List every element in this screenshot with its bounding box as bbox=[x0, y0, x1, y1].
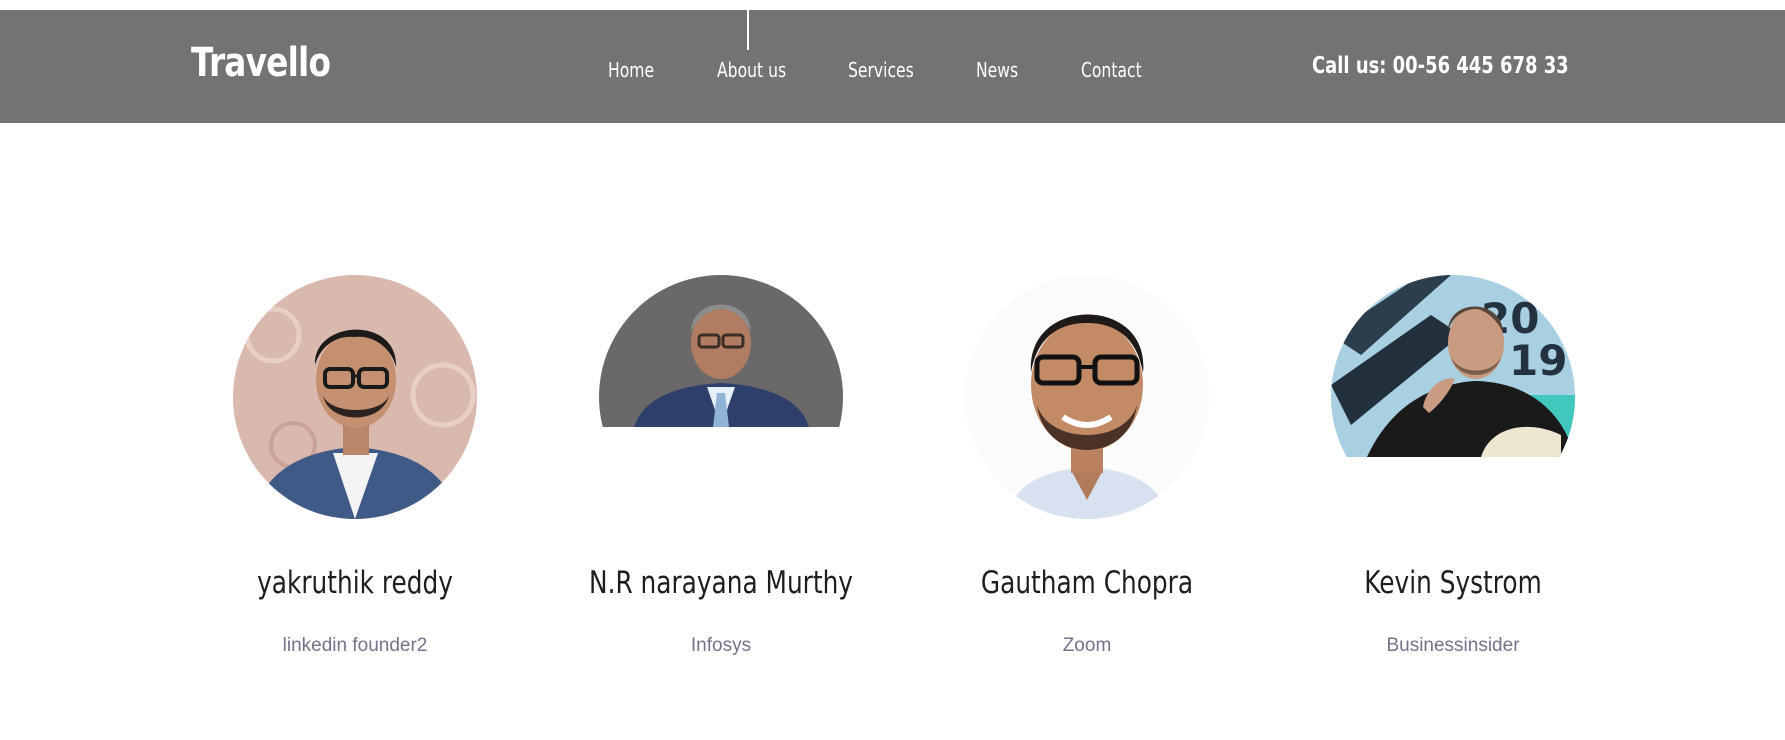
avatar bbox=[599, 275, 843, 519]
member-company: Businessinsider bbox=[1386, 635, 1520, 656]
member-name: Gautham Chopra bbox=[980, 565, 1194, 601]
member-name: N.R narayana Murthy bbox=[589, 565, 853, 601]
avatar bbox=[965, 275, 1209, 519]
avatar: 20 19 bbox=[1331, 275, 1575, 519]
nav-link-services[interactable]: Services bbox=[848, 58, 914, 82]
person-photo-icon bbox=[965, 275, 1209, 519]
svg-text:19: 19 bbox=[1509, 336, 1567, 385]
avatar bbox=[233, 275, 477, 519]
team-card: N.R narayana Murthy Infosys bbox=[538, 275, 904, 675]
team-card: yakruthik reddy linkedin founder2 bbox=[172, 275, 538, 675]
member-company: linkedin founder2 bbox=[282, 635, 428, 656]
nav-link-about-us[interactable]: About us bbox=[717, 58, 786, 82]
team-card: Gautham Chopra Zoom bbox=[904, 275, 1270, 675]
member-name: Kevin Systrom bbox=[1364, 565, 1542, 601]
team-card: 20 19 Kevin Systrom Businessinsider bbox=[1270, 275, 1636, 675]
member-company: Zoom bbox=[1062, 635, 1112, 656]
nav-link-news[interactable]: News bbox=[976, 58, 1018, 82]
site-logo[interactable]: Travello bbox=[191, 40, 331, 86]
member-company: Infosys bbox=[690, 635, 752, 656]
person-photo-icon: 20 19 bbox=[1331, 275, 1575, 519]
person-photo-icon bbox=[233, 275, 477, 519]
phone-number: Call us: 00-56 445 678 33 bbox=[1312, 53, 1569, 79]
nav-link-contact[interactable]: Contact bbox=[1081, 58, 1142, 82]
nav-active-indicator bbox=[747, 10, 749, 50]
site-header: Travello Home About us Services News Con… bbox=[0, 10, 1785, 123]
person-photo-icon bbox=[599, 275, 843, 519]
member-name: yakruthik reddy bbox=[257, 565, 453, 601]
nav-link-home[interactable]: Home bbox=[608, 58, 654, 82]
